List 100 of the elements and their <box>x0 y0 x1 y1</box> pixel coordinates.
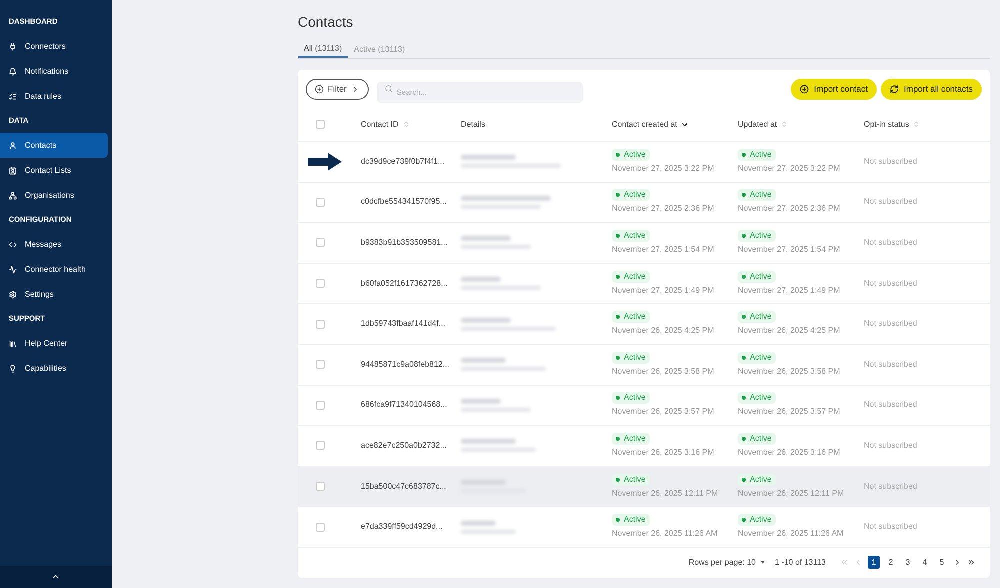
contact-card-icon <box>9 166 17 174</box>
contact-id: ace82e7c250a0b2732... <box>361 440 447 452</box>
opt-in-status: Not subscribed <box>864 318 918 330</box>
sidebar-item[interactable]: Help Center <box>0 331 108 356</box>
code-icon <box>9 240 17 248</box>
sidebar-item[interactable]: Data rules <box>0 84 108 109</box>
select-all-checkbox[interactable] <box>316 120 325 129</box>
tab[interactable]: All (13113) <box>298 42 348 58</box>
page-number[interactable]: 2 <box>885 556 897 570</box>
contact-id: e7da339ff59cd4929d... <box>361 521 443 534</box>
table-row[interactable]: 15ba500c47c683787c... Active November 26, 2025 12:11 PM Active November 26, 2025 12:11 PM Not subscribed <box>298 466 990 508</box>
page-number[interactable]: 5 <box>936 556 948 570</box>
row-checkbox[interactable] <box>316 279 325 288</box>
status-badge: Active <box>612 270 650 283</box>
date-text: November 26, 2025 4:25 PM <box>738 325 840 338</box>
bell-icon <box>9 68 17 76</box>
date-text: November 26, 2025 3:16 PM <box>612 446 714 459</box>
collapse-bar[interactable] <box>0 566 112 588</box>
date-text: November 27, 2025 2:36 PM <box>612 203 714 216</box>
contact-id: dc39d9ce739f0b7f4f1... <box>361 156 445 168</box>
contact-id: 15ba500c47c683787c... <box>361 480 446 493</box>
status-badge: Active <box>738 270 776 283</box>
page-title: Contacts <box>298 13 354 32</box>
status-badge: Active <box>612 189 650 202</box>
contact-id: c0dcfbe554341570f95... <box>361 196 447 208</box>
import-button[interactable]: Import all contacts <box>881 78 982 100</box>
last-page-icon[interactable] <box>967 558 976 568</box>
column-header: Opt-in status <box>864 118 910 130</box>
date-text: November 26, 2025 3:57 PM <box>612 406 714 418</box>
books-icon <box>9 340 17 348</box>
column-header: Contact ID <box>361 118 399 130</box>
list-icon <box>9 92 17 100</box>
date-text: November 26, 2025 3:58 PM <box>738 366 840 378</box>
row-checkbox[interactable] <box>316 238 325 248</box>
status-badge: Active <box>612 474 650 486</box>
opt-in-status: Not subscribed <box>864 278 918 290</box>
opt-in-status: Not subscribed <box>864 521 918 534</box>
sidebar-item[interactable]: Settings <box>0 282 108 307</box>
import-button[interactable]: Import contact <box>791 78 878 100</box>
status-badge: Active <box>738 189 776 202</box>
status-badge: Active <box>738 148 776 161</box>
sidebar-item[interactable]: Notifications <box>0 59 108 84</box>
table-row[interactable]: 686fca9f71340104568... Active November 26, 2025 3:57 PM Active November 26, 2025 3:57 PM Not subscribed <box>298 386 990 426</box>
plug-icon <box>9 42 17 50</box>
contact-id: 1db59743fbaaf141d4f... <box>361 318 446 330</box>
status-badge: Active <box>612 148 650 161</box>
sidebar-item[interactable]: Contacts <box>0 133 108 158</box>
date-text: November 27, 2025 1:54 PM <box>612 244 714 256</box>
sidebar-item[interactable]: Capabilities <box>0 356 108 381</box>
date-text: November 26, 2025 11:26 AM <box>738 528 844 540</box>
row-checkbox[interactable] <box>316 441 325 450</box>
date-text: November 26, 2025 12:11 PM <box>612 488 718 500</box>
sidebar-item[interactable]: Contact Lists <box>0 158 108 183</box>
column-header: Updated at <box>738 118 778 130</box>
row-checkbox[interactable] <box>316 360 325 370</box>
column-header: Contact created at <box>612 118 678 130</box>
row-checkbox[interactable] <box>316 400 325 410</box>
sidebar-item[interactable]: Organisations <box>0 183 108 208</box>
status-badge: Active <box>738 474 776 486</box>
row-checkbox[interactable] <box>316 320 325 329</box>
sidebar-item[interactable]: Connector health <box>0 257 108 282</box>
contact-id: b9383b91b353509581... <box>361 236 448 249</box>
blurred-details <box>461 520 516 534</box>
date-text: November 26, 2025 3:57 PM <box>738 406 840 418</box>
column-header: Details <box>461 118 486 130</box>
status-badge: Active <box>612 514 650 526</box>
page-number[interactable]: 3 <box>902 556 914 570</box>
table-row[interactable]: c0dcfbe554341570f95... Active November 27, 2025 2:36 PM Active November 27, 2025 2:36 PM Not subscribed <box>298 182 990 224</box>
sidebar-item[interactable]: Messages <box>0 232 108 257</box>
row-checkbox[interactable] <box>316 522 325 532</box>
page-number[interactable]: 4 <box>919 556 931 570</box>
search-icon <box>384 85 393 93</box>
page-number[interactable]: 1 <box>868 556 880 570</box>
status-badge: Active <box>612 392 650 404</box>
contact-id: 686fca9f71340104568... <box>361 399 448 412</box>
rows-per-page[interactable]: Rows per page: 10 <box>688 556 765 569</box>
status-badge: Active <box>738 311 776 324</box>
date-text: November 27, 2025 3:22 PM <box>612 162 714 175</box>
status-badge: Active <box>738 352 776 364</box>
status-badge: Active <box>738 432 776 445</box>
opt-in-status: Not subscribed <box>864 196 918 208</box>
settings-icon <box>9 290 17 298</box>
date-text: November 26, 2025 11:26 AM <box>612 528 718 540</box>
lightbulb-icon <box>9 364 17 372</box>
opt-in-status: Not subscribed <box>864 480 918 493</box>
opt-in-status: Not subscribed <box>864 156 918 168</box>
row-checkbox[interactable] <box>316 198 325 207</box>
blurred-details <box>461 398 531 412</box>
row-checkbox[interactable] <box>316 482 325 492</box>
date-text: November 26, 2025 3:58 PM <box>612 366 714 378</box>
opt-in-status: Not subscribed <box>864 358 918 371</box>
status-badge: Active <box>612 352 650 364</box>
sidebar-item[interactable]: Connectors <box>0 34 108 59</box>
plus-circle-icon <box>800 84 810 94</box>
filter-button[interactable]: Filter <box>306 78 369 100</box>
plus-circle-icon <box>315 84 324 94</box>
date-text: November 27, 2025 2:36 PM <box>738 203 840 216</box>
next-page-icon[interactable] <box>953 558 962 568</box>
sort-icon[interactable] <box>681 120 690 128</box>
date-text: November 26, 2025 3:16 PM <box>738 446 840 459</box>
